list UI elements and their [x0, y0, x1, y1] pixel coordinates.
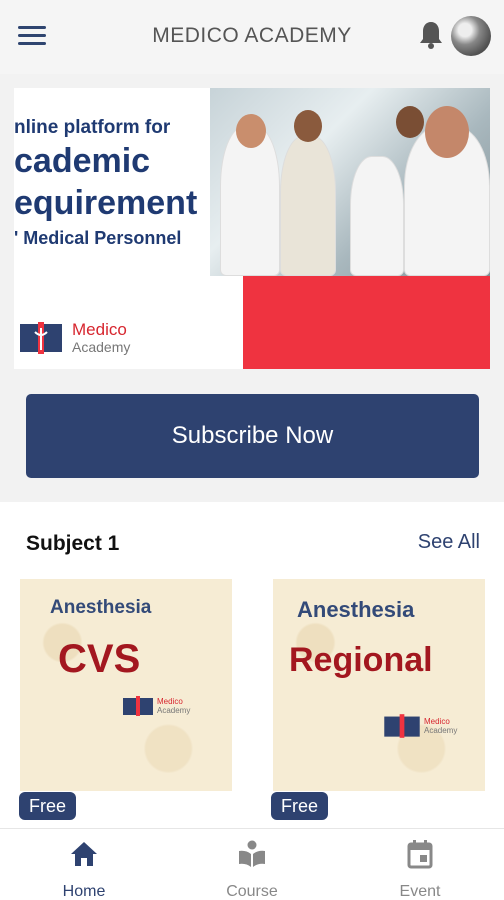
see-all-link[interactable]: See All	[418, 531, 480, 554]
book-logo-icon	[123, 696, 153, 716]
nav-event-label: Event	[399, 883, 441, 900]
card-logo: Medico Academy	[383, 713, 457, 739]
card-topic: CVS	[58, 637, 141, 681]
banner-line-4: ' Medical Personnel	[14, 228, 182, 248]
logo-name: Medico	[72, 320, 127, 339]
card-logo-sub: Academy	[157, 706, 191, 715]
calendar-icon	[407, 840, 433, 869]
course-card-regional[interactable]: Anesthesia Regional Medico Academy	[273, 579, 485, 791]
free-badge: Free	[19, 792, 77, 820]
book-reader-icon	[239, 840, 265, 867]
home-icon	[71, 842, 97, 866]
section-title: Subject 1	[26, 532, 120, 555]
banner-line-3: equirement	[14, 184, 198, 222]
logo-subtitle: Academy	[72, 339, 131, 355]
card-logo-name: Medico	[424, 717, 450, 726]
subscribe-now-button[interactable]: Subscribe Now	[26, 394, 479, 478]
banner-line-1: nline platform for	[14, 117, 171, 138]
banner-line-2: cademic	[14, 142, 151, 180]
banner-accent-block	[243, 276, 490, 369]
nav-event[interactable]: Event	[336, 829, 504, 900]
card-topic: Regional	[289, 641, 433, 679]
nav-course-label: Course	[226, 883, 278, 900]
nav-course[interactable]: Course	[168, 829, 336, 900]
course-card-cvs[interactable]: Anesthesia CVS Medico Academy	[20, 579, 232, 791]
app-bar: MEDICO ACADEMY	[0, 0, 504, 74]
card-subject: Anesthesia	[297, 597, 415, 622]
book-logo-icon	[20, 322, 62, 354]
card-logo-name: Medico	[157, 697, 183, 706]
free-badge: Free	[271, 792, 329, 820]
nav-home-label: Home	[62, 883, 106, 900]
banner-headline: nline platform for cademic equirement ' …	[14, 116, 214, 252]
card-logo-sub: Academy	[424, 726, 458, 735]
nav-home[interactable]: Home	[0, 829, 168, 900]
banner-photo	[210, 88, 490, 276]
subject-section: Subject 1 See All Anesthesia CVS Medico …	[0, 502, 504, 842]
card-subject: Anesthesia	[50, 597, 152, 618]
banner-logo: Medico Academy	[18, 320, 130, 356]
card-logo: Medico Academy	[122, 695, 190, 717]
bottom-navigation: Home Course Event	[0, 828, 504, 900]
bell-icon[interactable]	[418, 20, 444, 50]
promo-banner[interactable]: nline platform for cademic equirement ' …	[14, 88, 490, 369]
avatar[interactable]	[451, 16, 491, 56]
book-logo-icon	[384, 714, 420, 738]
